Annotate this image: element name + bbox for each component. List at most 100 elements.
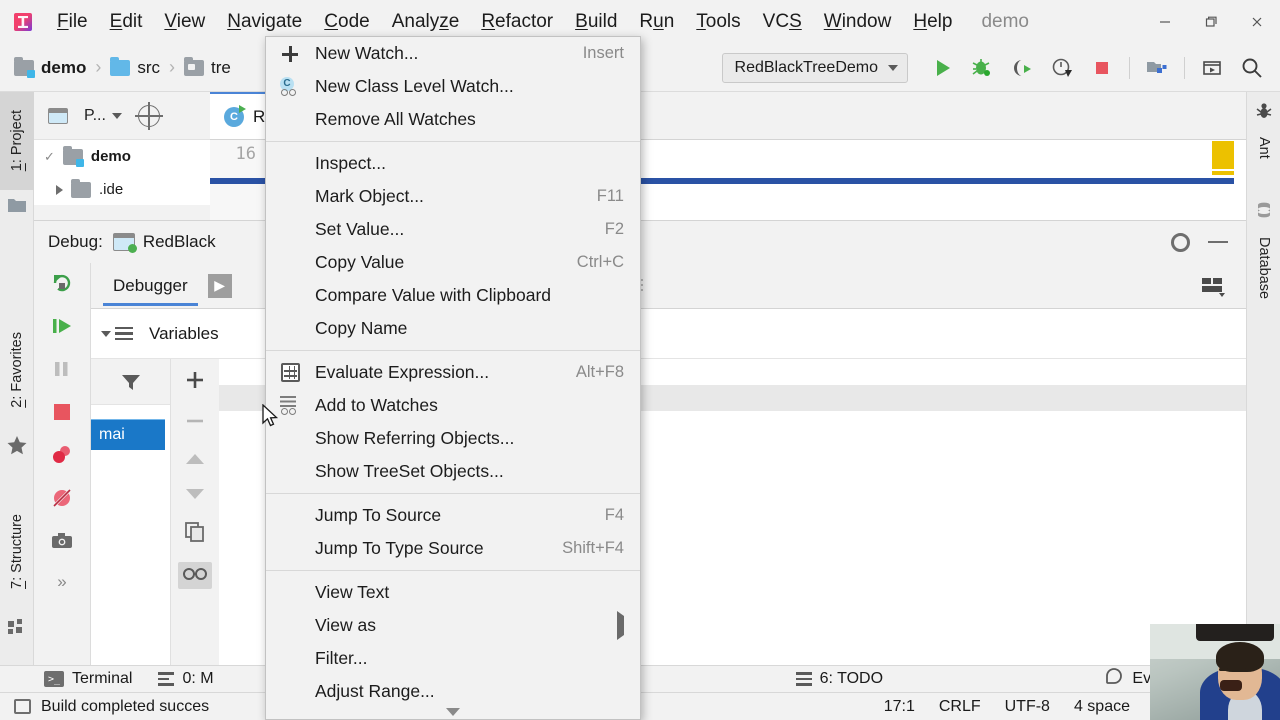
breadcrumb-tre[interactable]: tre bbox=[184, 56, 231, 78]
menu-item-evaluate-expression[interactable]: Evaluate Expression... Alt+F8 bbox=[266, 356, 640, 389]
stop-icon[interactable] bbox=[50, 400, 74, 427]
more-icon[interactable]: » bbox=[57, 572, 66, 592]
bottom-item-messages[interactable]: 0: M bbox=[158, 670, 214, 688]
right-stripe-item-database[interactable]: Database bbox=[1247, 225, 1280, 311]
menu-window[interactable]: Window bbox=[813, 7, 903, 37]
debugger-variables-context-menu[interactable]: New Watch... Insert C New Class Level Wa… bbox=[265, 36, 641, 720]
debug-icon[interactable] bbox=[962, 51, 1002, 85]
breadcrumb-tre-label: tre bbox=[211, 57, 231, 77]
menu-item-copy-value[interactable]: Copy Value Ctrl+C bbox=[266, 246, 640, 279]
project-tool-window: P... ✓ demo .ide bbox=[34, 92, 210, 205]
menu-item-show-referring-objects[interactable]: Show Referring Objects... bbox=[266, 422, 640, 455]
menu-run[interactable]: Run bbox=[628, 7, 685, 37]
scroll-from-source-icon[interactable] bbox=[134, 101, 163, 130]
watches-icon[interactable] bbox=[178, 562, 212, 589]
menu-item-remove-all-watches[interactable]: Remove All Watches bbox=[266, 103, 640, 136]
no-icon-placeholder bbox=[276, 186, 304, 208]
menu-item-mark-object-label: Mark Object... bbox=[315, 186, 424, 206]
maximize-icon[interactable] bbox=[1188, 6, 1234, 38]
status-message: Build completed succes bbox=[41, 697, 210, 715]
menu-item-view-as[interactable]: View as bbox=[266, 609, 640, 642]
chevron-right-icon[interactable] bbox=[56, 184, 63, 195]
bottom-item-terminal[interactable]: >_ Terminal bbox=[44, 670, 132, 688]
menu-view[interactable]: View bbox=[153, 7, 216, 37]
database-icon bbox=[1247, 197, 1280, 223]
menu-tools[interactable]: Tools bbox=[685, 7, 751, 37]
webcam-person-mouth bbox=[1220, 680, 1242, 691]
menu-item-filter[interactable]: Filter... bbox=[266, 642, 640, 675]
menu-code[interactable]: Code bbox=[313, 7, 380, 37]
debug-session-tab[interactable]: RedBlack bbox=[112, 232, 216, 253]
menu-item-show-treeset-objects[interactable]: Show TreeSet Objects... bbox=[266, 455, 640, 488]
hide-icon[interactable] bbox=[1208, 241, 1228, 243]
copy-icon[interactable] bbox=[184, 521, 206, 546]
mute-breakpoints-icon[interactable] bbox=[50, 486, 74, 513]
menu-item-new-class-level-watch[interactable]: C New Class Level Watch... bbox=[266, 70, 640, 103]
no-icon-placeholder bbox=[276, 285, 304, 307]
menu-item-add-to-watches[interactable]: Add to Watches bbox=[266, 389, 640, 422]
add-watch-icon[interactable] bbox=[184, 369, 206, 394]
menu-item-set-value[interactable]: Set Value... F2 bbox=[266, 213, 640, 246]
menu-item-new-watch-shortcut: Insert bbox=[582, 44, 624, 62]
editor-warning-marker[interactable] bbox=[1212, 141, 1234, 169]
build-project-icon[interactable] bbox=[1137, 51, 1177, 85]
menu-build[interactable]: Build bbox=[564, 7, 628, 37]
expand-icon[interactable]: ▶ bbox=[207, 273, 232, 298]
frame-list-item-main[interactable]: mai bbox=[91, 419, 165, 450]
chevron-down-icon[interactable] bbox=[111, 112, 122, 119]
menu-file[interactable]: File bbox=[46, 7, 99, 37]
menu-item-inspect-label: Inspect... bbox=[315, 153, 387, 173]
run-with-coverage-icon[interactable] bbox=[1002, 51, 1042, 85]
menu-item-mark-object[interactable]: Mark Object... F11 bbox=[266, 180, 640, 213]
sidebar-item-structure[interactable]: 7: Structure bbox=[0, 490, 34, 612]
menu-item-compare-value-with-clipboard-label: Compare Value with Clipboard bbox=[315, 285, 552, 305]
menu-analyze[interactable]: Analyze bbox=[381, 7, 471, 37]
layout-settings-icon[interactable] bbox=[1200, 275, 1226, 300]
add-to-watches-icon bbox=[276, 395, 304, 417]
scroll-down-arrow-icon[interactable] bbox=[266, 705, 640, 719]
menu-item-adjust-range[interactable]: Adjust Range... bbox=[266, 675, 640, 708]
breadcrumb-src[interactable]: src bbox=[110, 56, 160, 78]
menu-refactor[interactable]: Refactor bbox=[470, 7, 564, 37]
sidebar-item-favorites[interactable]: 2: Favorites bbox=[0, 310, 34, 430]
get-thread-dump-icon[interactable] bbox=[50, 529, 74, 556]
settings-gear-icon[interactable] bbox=[1171, 232, 1190, 252]
menu-vcs[interactable]: VCS bbox=[752, 7, 813, 37]
indent-setting[interactable]: 4 space bbox=[1074, 698, 1130, 716]
stop-icon[interactable] bbox=[1082, 51, 1122, 85]
search-icon[interactable] bbox=[1232, 51, 1272, 85]
menu-item-view-text[interactable]: View Text bbox=[266, 576, 640, 609]
close-icon[interactable] bbox=[1234, 6, 1280, 38]
tab-debugger[interactable]: Debugger bbox=[103, 272, 198, 306]
sidebar-item-project[interactable]: 1: Project bbox=[0, 92, 34, 190]
expanded-arrow-icon: ✓ bbox=[44, 148, 55, 164]
right-stripe-item-ant[interactable]: Ant bbox=[1247, 126, 1280, 170]
menu-help[interactable]: Help bbox=[902, 7, 963, 37]
resume-program-icon[interactable] bbox=[50, 314, 74, 341]
caret-position[interactable]: 17:1 bbox=[884, 698, 915, 716]
menu-edit[interactable]: Edit bbox=[99, 7, 154, 37]
encoding[interactable]: UTF-8 bbox=[1005, 698, 1050, 716]
menu-item-inspect[interactable]: Inspect... bbox=[266, 147, 640, 180]
run-icon[interactable] bbox=[922, 51, 962, 85]
menu-item-compare-value-with-clipboard[interactable]: Compare Value with Clipboard bbox=[266, 279, 640, 312]
view-breakpoints-icon[interactable] bbox=[50, 443, 74, 470]
minimize-icon[interactable] bbox=[1142, 6, 1188, 38]
line-separator[interactable]: CRLF bbox=[939, 698, 981, 716]
search-everywhere-panel-icon[interactable] bbox=[1192, 51, 1232, 85]
menu-navigate[interactable]: Navigate bbox=[216, 7, 313, 37]
menu-item-jump-to-source[interactable]: Jump To Source F4 bbox=[266, 499, 640, 532]
project-tool-window-title[interactable]: P... bbox=[84, 107, 106, 125]
project-tree-item-demo[interactable]: ✓ demo bbox=[34, 140, 210, 173]
run-configuration-selector[interactable]: RedBlackTreeDemo bbox=[721, 52, 908, 83]
project-tree-item-idea[interactable]: .ide bbox=[34, 173, 210, 206]
menu-item-new-watch[interactable]: New Watch... Insert bbox=[266, 37, 640, 70]
menu-item-copy-name[interactable]: Copy Name bbox=[266, 312, 640, 345]
menu-item-jump-to-type-source[interactable]: Jump To Type Source Shift+F4 bbox=[266, 532, 640, 565]
bottom-item-todo[interactable]: 6: TODO bbox=[795, 670, 883, 688]
profile-icon[interactable] bbox=[1042, 51, 1082, 85]
rerun-icon[interactable] bbox=[50, 271, 74, 298]
frame-settings-icon[interactable] bbox=[101, 326, 133, 341]
filter-icon[interactable] bbox=[91, 359, 170, 405]
breadcrumb-demo[interactable]: demo bbox=[14, 56, 86, 78]
